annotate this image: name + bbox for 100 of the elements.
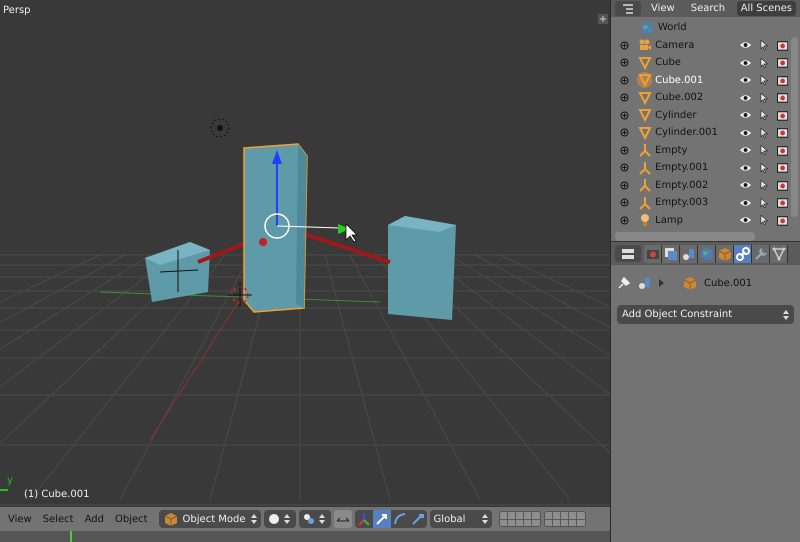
eye-icon[interactable] (739, 128, 752, 138)
axis-drawing (0, 489, 8, 491)
eye-icon[interactable] (739, 75, 752, 86)
pin-icon[interactable] (617, 276, 631, 290)
outliner-row[interactable]: Empty (611, 142, 800, 159)
scene-filter-dropdown[interactable]: All Scenes (736, 1, 796, 16)
pointer-icon[interactable] (760, 179, 769, 192)
outliner-row[interactable]: Cube (611, 54, 800, 72)
eye-icon[interactable] (739, 198, 752, 208)
viewport[interactable]: Persp y (1) Cube.001 (0, 0, 610, 507)
outliner-row[interactable]: Cube.002 (611, 89, 800, 106)
outliner-row[interactable]: Camera (611, 36, 800, 54)
object-name: Empty.001 (655, 161, 710, 176)
eye-icon[interactable] (739, 180, 752, 190)
expand-icon[interactable] (620, 216, 629, 225)
pointer-icon[interactable] (760, 144, 769, 156)
camera-icon[interactable] (776, 214, 788, 226)
outliner-row[interactable]: Cylinder.001 (611, 124, 800, 142)
pointer-icon[interactable] (760, 162, 769, 174)
expand-icon[interactable] (620, 58, 629, 68)
object-name: Empty (655, 144, 688, 158)
outliner-row[interactable]: Cylinder (611, 106, 800, 124)
outliner-row[interactable]: Empty.003 (611, 194, 800, 212)
updown-icon (783, 310, 789, 320)
pointer-icon[interactable] (760, 56, 769, 69)
pivot-dropdown[interactable] (298, 510, 331, 528)
sphere-icon (268, 513, 280, 525)
eye-icon[interactable] (739, 162, 752, 173)
triangle-mesh-icon (638, 108, 652, 122)
menu-item[interactable]: Select (38, 512, 78, 526)
snap-toggle[interactable] (334, 510, 352, 528)
object-name: Empty.002 (655, 178, 710, 193)
menu-item[interactable]: View (4, 512, 36, 526)
axes-icon (356, 512, 371, 526)
horizontal-scrollbar[interactable] (611, 231, 800, 241)
camera-icon[interactable] (776, 110, 788, 121)
updown-icon (482, 514, 488, 524)
object-name: Lamp (655, 214, 684, 228)
camera-icon[interactable] (776, 57, 788, 68)
properties-tab[interactable] (752, 244, 770, 262)
eye-icon[interactable] (739, 145, 752, 156)
pointer-icon[interactable] (760, 109, 769, 122)
eye-icon[interactable] (739, 58, 752, 68)
expand-icon[interactable] (620, 198, 629, 208)
menu-item[interactable]: Search (684, 1, 732, 16)
camera-icon[interactable] (776, 144, 788, 156)
expand-icon[interactable] (620, 93, 629, 102)
orientation-dropdown[interactable]: Global (430, 510, 492, 528)
layers-icon (662, 246, 678, 262)
expand-icon[interactable] (620, 40, 629, 50)
camera-icon[interactable] (776, 40, 788, 51)
axis-label: y (7, 474, 13, 488)
outliner-row[interactable]: Empty.002 (611, 176, 800, 194)
triangle-mesh-icon (638, 90, 652, 105)
camera-icon[interactable] (776, 162, 788, 174)
add-constraint-dropdown[interactable]: Add Object Constraint (617, 305, 794, 324)
object-name: Cube.001 (655, 74, 704, 88)
eye-icon[interactable] (739, 215, 752, 226)
expand-icon[interactable] (620, 76, 629, 85)
plus-icon[interactable] (598, 14, 608, 24)
pointer-icon[interactable] (760, 39, 769, 52)
manipulator-button[interactable] (372, 510, 391, 528)
updown-icon (318, 514, 325, 524)
camera-icon[interactable] (776, 180, 788, 191)
outliner-row[interactable]: Lamp (611, 212, 800, 229)
axes-icon (638, 178, 652, 192)
menu-item[interactable]: Add (80, 512, 108, 526)
expand-icon[interactable] (620, 128, 629, 138)
properties-tab[interactable] (680, 244, 698, 262)
camera-icon[interactable] (776, 74, 788, 86)
expand-icon[interactable] (620, 110, 629, 120)
axes-icon (638, 196, 652, 210)
pointer-icon[interactable] (760, 196, 769, 209)
pointer-icon[interactable] (760, 74, 769, 86)
outliner-row[interactable]: Cube.001 (611, 72, 800, 89)
pointer-icon[interactable] (760, 126, 769, 139)
pointer-icon[interactable] (760, 92, 769, 104)
data-icon (770, 246, 786, 262)
eye-icon[interactable] (739, 40, 752, 50)
camera-icon[interactable] (776, 197, 788, 208)
menu-item[interactable]: View (645, 1, 681, 16)
editor-type-button[interactable] (615, 245, 641, 262)
mode-dropdown[interactable]: Object Mode (158, 510, 261, 528)
eye-icon[interactable] (739, 110, 752, 120)
shading-dropdown[interactable] (264, 510, 296, 528)
editor-type-button[interactable] (615, 1, 641, 16)
expand-icon[interactable] (620, 180, 629, 190)
outliner-row[interactable]: Empty.001 (611, 159, 800, 176)
properties-tab[interactable] (770, 244, 788, 262)
outliner-row[interactable]: World (611, 19, 800, 36)
expand-icon[interactable] (620, 163, 629, 172)
pointer-icon[interactable] (760, 214, 769, 226)
properties-tab[interactable] (734, 244, 752, 262)
object-icon (716, 246, 732, 262)
camera-icon[interactable] (776, 127, 788, 138)
properties-tab[interactable] (662, 244, 680, 262)
camera-icon[interactable] (776, 92, 788, 104)
eye-icon[interactable] (739, 92, 752, 103)
menu-item[interactable]: Object (110, 512, 152, 526)
expand-icon[interactable] (620, 146, 629, 155)
